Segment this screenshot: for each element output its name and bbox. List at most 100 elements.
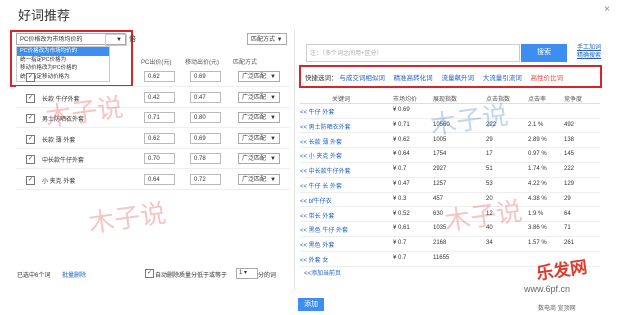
cell-comp: 138 <box>564 136 575 143</box>
mobile-bid-input[interactable]: 0.47 <box>190 91 221 103</box>
pc-bid-input[interactable]: 0.71 <box>144 112 175 123</box>
cell-comp: 261 <box>564 240 575 247</box>
cell-kw: << 中长款牛仔外套 <box>300 169 351 176</box>
quick-label: 快捷选词： <box>305 75 338 82</box>
match-select[interactable]: 广泛匹配 ▼ <box>238 112 280 123</box>
table-row: ✓ 0.62 0.69 广泛匹配 ▼ <box>16 68 290 87</box>
right-links: 手工加词 精确搜索 <box>577 44 601 60</box>
auto-delete-label: 自动删除质量分低于或等于 <box>155 273 228 279</box>
close-icon[interactable]: × <box>604 4 610 15</box>
cell-price: ¥ 0.3 <box>393 195 407 202</box>
table-row[interactable]: << 中长款牛仔外套 ¥ 0.7 2927 51 1.74 % 222 <box>300 163 600 178</box>
chevron-down-icon: ▼ <box>270 115 276 121</box>
col-ctr[interactable]: 点击率 <box>528 94 546 103</box>
cell-imp: 630 <box>433 210 444 217</box>
auto-delete-checkbox[interactable]: ✓ <box>145 269 154 278</box>
mobile-bid-input[interactable]: 0.69 <box>190 132 221 144</box>
cell-imp: 11655 <box>433 255 450 261</box>
cell-ctr: 0.97 % <box>528 151 547 158</box>
table-row: ✓ 中长款牛仔外套 0.70 0.78 广泛匹配 ▼ <box>16 150 290 169</box>
times-unit: 倍 <box>129 36 136 43</box>
add-button[interactable]: 添加 <box>298 298 324 311</box>
cell-kw: << 长款 薄 外套 <box>300 139 343 146</box>
cell-price: ¥ 0.7 <box>393 166 407 173</box>
precise-search-link[interactable]: 精确搜索 <box>577 52 601 60</box>
chevron-down-icon: ▼ <box>270 176 276 183</box>
cell-imp: 2927 <box>433 166 447 173</box>
cell-price: ¥ 0.64 <box>393 151 410 158</box>
table-row[interactable]: << 小 夹克 外套 ¥ 0.64 1754 17 0.97 % 145 <box>300 148 600 163</box>
quick-trending-link[interactable]: 流量飙升词 <box>441 75 474 82</box>
col-price[interactable]: 市场均价 <box>393 94 417 103</box>
cell-comp: 29 <box>564 195 571 202</box>
quick-traffic-link[interactable]: 大流量引流词 <box>483 75 522 82</box>
match-select[interactable]: 广泛匹配 ▼ <box>238 91 280 103</box>
manual-add-link[interactable]: 手工加词 <box>577 44 601 52</box>
match-select[interactable]: 广泛匹配 ▼ <box>238 71 280 82</box>
pc-bid-input[interactable]: 0.64 <box>144 173 175 185</box>
cell-kw: << 牛仔 长 外套 <box>300 184 343 190</box>
row-keyword: 中长款牛仔外套 <box>42 158 85 164</box>
cell-kw: << 外套 女 <box>300 258 329 264</box>
col-competition[interactable]: 竞争度 <box>564 94 582 103</box>
times-input[interactable] <box>105 34 127 46</box>
header-mobile-bid: 移动出价(元) <box>185 60 219 66</box>
cell-kw: << 男士防晒衣外套 <box>300 124 351 131</box>
cell-ctr: 4.38 % <box>528 195 547 202</box>
add-current-page-link[interactable]: <<添加当前页 <box>304 268 341 277</box>
batch-delete-link[interactable]: 批量删除 <box>62 270 86 279</box>
row-checkbox[interactable]: ✓ <box>26 134 35 144</box>
quick-value-link[interactable]: 高性价比词 <box>531 75 564 82</box>
match-select[interactable]: 广泛匹配 ▼ <box>238 173 280 185</box>
mobile-bid-input[interactable]: 0.69 <box>190 71 221 82</box>
pc-bid-input[interactable]: 0.62 <box>144 71 175 82</box>
cell-ctr: 4.22 % <box>528 181 547 187</box>
row-checkbox[interactable]: ✓ <box>26 93 35 103</box>
logo-sub: 数电商 宣顶网 <box>538 306 576 312</box>
mobile-bid-input[interactable]: 0.72 <box>190 173 221 185</box>
cell-clk: 17 <box>486 151 493 158</box>
quick-conversion-link[interactable]: 精准高转化词 <box>394 75 433 82</box>
mobile-bid-input[interactable]: 0.78 <box>190 153 221 164</box>
row-keyword: 小 夹克 外套 <box>42 178 76 185</box>
cell-imp: 1754 <box>433 151 447 158</box>
pc-bid-input[interactable]: 0.70 <box>144 153 175 164</box>
chevron-down-icon: ▼ <box>270 156 276 162</box>
cell-price: ¥ 0.62 <box>393 136 410 143</box>
cell-ctr: 1.57 % <box>528 240 547 247</box>
cell-clk: 53 <box>486 181 493 187</box>
quick-similar-link[interactable]: 与成交词相似词 <box>339 75 385 82</box>
chevron-down-icon: ▼ <box>270 74 276 80</box>
cell-kw: << 带长 外套 <box>300 213 335 220</box>
cell-comp: 64 <box>564 210 571 217</box>
cell-price: ¥ 0.71 <box>393 121 410 128</box>
table-row[interactable]: << 牛仔 长 外套 ¥ 0.47 1257 53 4.22 % 129 <box>300 178 600 193</box>
match-type-select[interactable]: 匹配方式 ▼ <box>247 33 287 45</box>
pc-bid-input[interactable]: 0.62 <box>144 132 175 144</box>
row-checkbox[interactable]: ✓ <box>26 73 35 82</box>
logo-url: www.6pf.cn <box>524 284 571 294</box>
cell-clk: 34 <box>486 240 493 247</box>
cell-ctr: 1.9 % <box>528 210 544 217</box>
search-button[interactable]: 搜索 <box>521 44 567 62</box>
quick-select-bar: 快捷选词： 与成交词相似词 精准高转化词 流量飙升词 大流量引流词 高性价比词 <box>305 72 570 82</box>
row-checkbox[interactable]: ✓ <box>26 114 35 123</box>
match-select[interactable]: 广泛匹配 ▼ <box>238 132 280 144</box>
keyword-search-input[interactable]: 注：（多个词之间用+区分） <box>306 44 520 62</box>
row-checkbox[interactable]: ✓ <box>26 155 35 164</box>
cell-comp: 492 <box>564 121 575 128</box>
cell-comp: 145 <box>564 151 575 158</box>
match-select[interactable]: 广泛匹配 ▼ <box>238 153 280 164</box>
cell-kw: << 牛仔 外套 <box>300 110 335 116</box>
chevron-down-icon: ▼ <box>270 135 276 142</box>
pc-bid-input[interactable]: 0.42 <box>144 91 175 103</box>
mobile-bid-input[interactable]: 0.80 <box>190 112 221 123</box>
cell-price: ¥ 0.7 <box>393 240 407 247</box>
col-keyword[interactable]: 关键词 <box>332 94 350 103</box>
cell-price: ¥ 0.7 <box>393 255 407 261</box>
row-checkbox[interactable]: ✓ <box>26 175 35 185</box>
cell-clk: 51 <box>486 166 493 173</box>
cell-price: ¥ 0.52 <box>393 210 410 217</box>
table-row[interactable]: << 黑色 外套 ¥ 0.7 2168 34 1.57 % 261 <box>300 237 600 252</box>
score-select[interactable]: 1 ▾ <box>236 268 258 279</box>
